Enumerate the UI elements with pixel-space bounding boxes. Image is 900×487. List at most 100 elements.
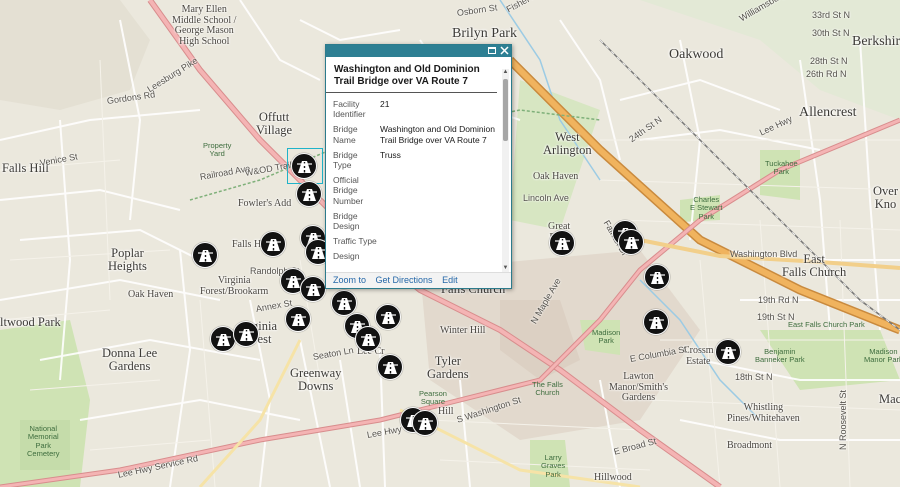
bridge-marker[interactable] <box>260 231 286 257</box>
attribute-label: Design <box>333 251 360 262</box>
attribute-label: Bridge Type <box>333 149 358 170</box>
attribute-value <box>378 211 498 231</box>
attribute-row: Traffic Type <box>326 236 500 251</box>
place-label-brilyn-park: Brilyn Park <box>452 26 517 41</box>
bridge-marker[interactable] <box>549 230 575 256</box>
scroll-thumb[interactable] <box>503 79 508 141</box>
park-label-madison-manor: Madison Manor Park <box>864 347 900 365</box>
place-label-falls-hill-2: Falls H <box>232 239 262 250</box>
attribute-value <box>378 236 498 246</box>
place-label-mac: Mac <box>879 392 900 406</box>
place-label-tyler-gardens: Tyler Gardens <box>427 354 469 382</box>
road-label: Lincoln Ave <box>523 193 569 203</box>
place-label-lawton-manor: Lawton Manor/Smith's Gardens <box>609 371 669 403</box>
park-label-charles-stewart: Charles E Stewart Park <box>690 195 723 221</box>
bridge-marker[interactable] <box>210 326 236 352</box>
road-label: 30th St N <box>812 28 850 38</box>
attribute-row: Official Bridge Number <box>326 175 500 211</box>
road-bridge-icon <box>383 362 398 374</box>
bridge-marker[interactable] <box>618 229 644 255</box>
attribute-label: Official Bridge Number <box>333 175 364 206</box>
place-label-donna-lee-gardens: Donna Lee Gardens <box>102 346 158 374</box>
attribute-row: Bridge Type Truss <box>326 150 500 175</box>
zoom-to-link[interactable]: Zoom to <box>333 275 366 285</box>
popup-scrollbar[interactable]: ▲ ▼ <box>502 69 509 272</box>
place-label-oak-haven-north: Oak Haven <box>533 171 579 182</box>
road-label: 33rd St N <box>812 10 851 20</box>
place-label-offutt-village: Offutt Village <box>256 110 293 138</box>
park-label-national-memorial: National Memorial Park Cemetery <box>27 424 60 458</box>
bridge-marker[interactable] <box>331 290 357 316</box>
park-label-east-falls-church-park: East Falls Church Park <box>788 320 865 329</box>
bridge-marker[interactable] <box>233 321 259 347</box>
road-bridge-icon <box>555 238 570 250</box>
road-bridge-icon <box>291 314 306 326</box>
road-bridge-icon <box>337 298 352 310</box>
park-label-tuckahoe: Tuckahoe Park <box>765 159 798 177</box>
bridge-marker[interactable] <box>355 326 381 352</box>
attribute-row: Design <box>326 251 500 266</box>
place-label-greenway-downs: Greenway Downs <box>290 366 342 394</box>
road-bridge-icon <box>239 329 254 341</box>
place-label-broadmont: Broadmont <box>727 440 772 451</box>
bridge-marker[interactable] <box>715 339 741 365</box>
park-label-larry-graves: Larry Graves Park <box>541 453 566 479</box>
bridge-marker[interactable] <box>296 181 322 207</box>
road-bridge-icon <box>649 317 664 329</box>
road-bridge-icon <box>306 284 321 296</box>
bridge-marker[interactable] <box>377 354 403 380</box>
attribute-value: Truss <box>380 149 401 160</box>
place-label-virginia-forest: Virginia Forest/Brookarm <box>200 275 269 297</box>
place-label-hill: Hill <box>438 406 454 417</box>
road-bridge-icon <box>721 347 736 359</box>
get-directions-link[interactable]: Get Directions <box>376 275 433 285</box>
place-label-berkshire: Berkshire <box>852 34 900 49</box>
scroll-up-icon[interactable]: ▲ <box>502 69 509 76</box>
road-bridge-icon <box>297 161 312 173</box>
attribute-row: Facility Identifier 21 <box>326 94 500 124</box>
close-icon[interactable] <box>499 46 509 56</box>
attribute-value <box>378 175 498 206</box>
bridge-marker[interactable] <box>285 306 311 332</box>
scroll-down-icon[interactable]: ▼ <box>502 265 509 272</box>
road-bridge-icon <box>266 239 281 251</box>
edit-link[interactable]: Edit <box>442 275 458 285</box>
place-label-ltwood-park: ltwood Park <box>0 315 61 329</box>
bridge-marker[interactable] <box>291 153 317 179</box>
bridge-marker[interactable] <box>643 309 669 335</box>
bridge-marker[interactable] <box>300 276 326 302</box>
attribute-value: 21 <box>380 99 390 109</box>
attribute-label: Traffic Type <box>333 236 377 247</box>
map-view[interactable]: Mary Ellen Middle School / George Mason … <box>0 0 900 487</box>
attribute-label: Bridge Name <box>333 124 358 145</box>
road-bridge-icon <box>418 418 433 430</box>
road-label: N Roosevelt St <box>838 389 848 450</box>
place-label-hillwood: Hillwood <box>594 472 632 483</box>
info-popup[interactable]: Washington and Old Dominion Trail Bridge… <box>325 44 512 289</box>
place-label-fowlers-addition: Fowler's Add <box>238 198 292 209</box>
popup-title: Washington and Old Dominion Trail Bridge… <box>326 57 497 93</box>
park-label-pearson-square: Pearson Square <box>419 389 447 407</box>
bridge-marker[interactable] <box>375 304 401 330</box>
road-bridge-icon <box>361 334 376 346</box>
popup-attributes[interactable]: Facility Identifier 21 Bridge Name Washi… <box>326 94 500 272</box>
park-label-the-falls-church: The Falls Church <box>532 380 563 398</box>
place-label-allencrest: Allencrest <box>799 105 857 120</box>
maximize-icon[interactable] <box>487 46 497 56</box>
road-label: Washington Blvd <box>730 249 798 259</box>
road-label: 18th St N <box>735 372 773 382</box>
place-label-oak-haven: Oak Haven <box>128 289 174 300</box>
road-bridge-icon <box>302 189 317 201</box>
road-bridge-icon <box>650 272 665 284</box>
road-label: 19th St N <box>757 312 795 322</box>
attribute-label: Facility Identifier <box>333 99 366 120</box>
place-label-oakwood: Oakwood <box>669 47 724 62</box>
road-bridge-icon <box>216 334 231 346</box>
place-label-whistling-pines: Whistling Pines/Whitehaven <box>727 402 800 424</box>
road-label: 28th St N <box>810 56 848 66</box>
bridge-marker[interactable] <box>412 410 438 436</box>
place-label-poplar-heights: Poplar Heights <box>108 246 147 274</box>
bridge-marker[interactable] <box>644 264 670 290</box>
attribute-label: Bridge Design <box>333 210 360 231</box>
bridge-marker[interactable] <box>192 242 218 268</box>
